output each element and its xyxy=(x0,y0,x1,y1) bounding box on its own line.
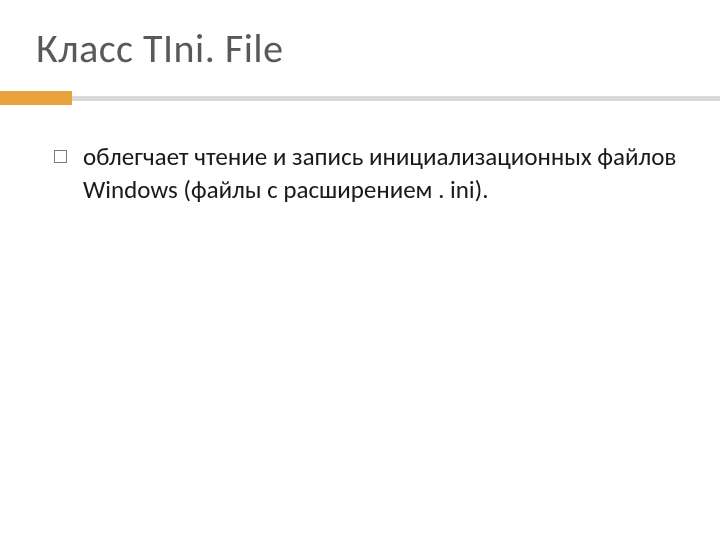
title-divider xyxy=(0,91,720,105)
page-title: Класс TIni. File xyxy=(36,24,684,73)
accent-box xyxy=(0,91,72,105)
content-area: облегчает чтение и запись инициализацион… xyxy=(36,141,684,206)
bullet-square-icon xyxy=(54,150,67,163)
list-item: облегчает чтение и запись инициализацион… xyxy=(54,141,684,206)
slide-container: Класс TIni. File облегчает чтение и запи… xyxy=(0,0,720,540)
bullet-text: облегчает чтение и запись инициализацион… xyxy=(83,141,684,206)
divider-line xyxy=(72,96,720,101)
